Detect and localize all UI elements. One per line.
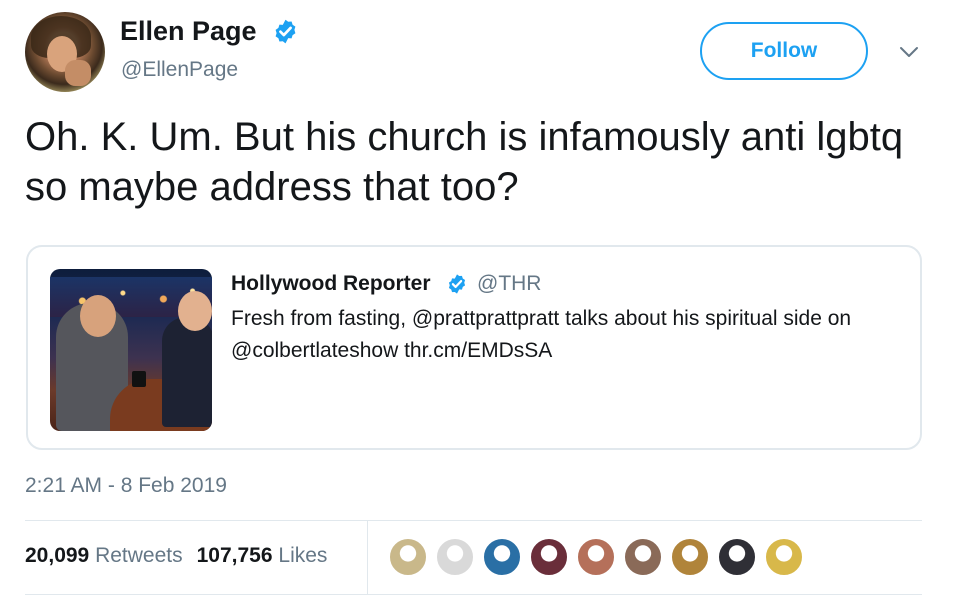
chevron-down-icon[interactable] <box>898 44 920 60</box>
quoted-verified-badge-icon <box>448 274 466 294</box>
liker-avatar-2[interactable] <box>435 537 475 577</box>
author-name[interactable]: Ellen Page <box>120 16 257 47</box>
retweets-label: Retweets <box>95 544 183 567</box>
verified-badge-icon <box>275 19 296 44</box>
quoted-tweet-image[interactable] <box>50 269 212 431</box>
image-mug <box>132 371 146 387</box>
liker-avatar-4[interactable] <box>529 537 569 577</box>
liker-avatar-7[interactable] <box>670 537 710 577</box>
retweets-count: 20,099 <box>25 544 90 567</box>
follow-button[interactable]: Follow <box>700 22 868 80</box>
liker-avatar-3[interactable] <box>482 537 522 577</box>
liker-avatar-6[interactable] <box>623 537 663 577</box>
liker-avatar-5[interactable] <box>576 537 616 577</box>
liker-avatar-1[interactable] <box>388 537 428 577</box>
divider-vertical <box>367 521 368 594</box>
likes-label: Likes <box>278 544 328 567</box>
retweets-stat[interactable]: 20,099 Retweets <box>25 544 183 567</box>
liker-avatar-8[interactable] <box>717 537 757 577</box>
image-person-left-head <box>80 295 116 337</box>
quoted-author-handle[interactable]: @THR <box>477 272 541 296</box>
tweet-stats: 20,099 Retweets 107,756 Likes <box>25 544 327 568</box>
tweet-timestamp[interactable]: 2:21 AM - 8 Feb 2019 <box>25 474 227 498</box>
quoted-tweet-text: Fresh from fasting, @prattprattpratt tal… <box>231 307 852 362</box>
likes-count: 107,756 <box>196 544 273 567</box>
liker-avatar-9[interactable] <box>764 537 804 577</box>
image-person-right <box>162 317 212 427</box>
author-avatar[interactable] <box>25 12 105 92</box>
quoted-tweet-card[interactable]: Hollywood Reporter @THR Fresh from fasti… <box>26 245 922 450</box>
quoted-author-name[interactable]: Hollywood Reporter <box>231 272 431 296</box>
tweet-text: Oh. K. Um. But his church is infamously … <box>25 115 904 209</box>
avatar-hand <box>65 60 91 86</box>
image-person-right-head <box>178 291 212 331</box>
likes-stat[interactable]: 107,756 Likes <box>197 544 328 567</box>
divider-bottom <box>25 594 922 595</box>
divider-top <box>25 520 922 521</box>
author-handle[interactable]: @EllenPage <box>121 58 238 82</box>
likers-avatars <box>388 537 811 577</box>
